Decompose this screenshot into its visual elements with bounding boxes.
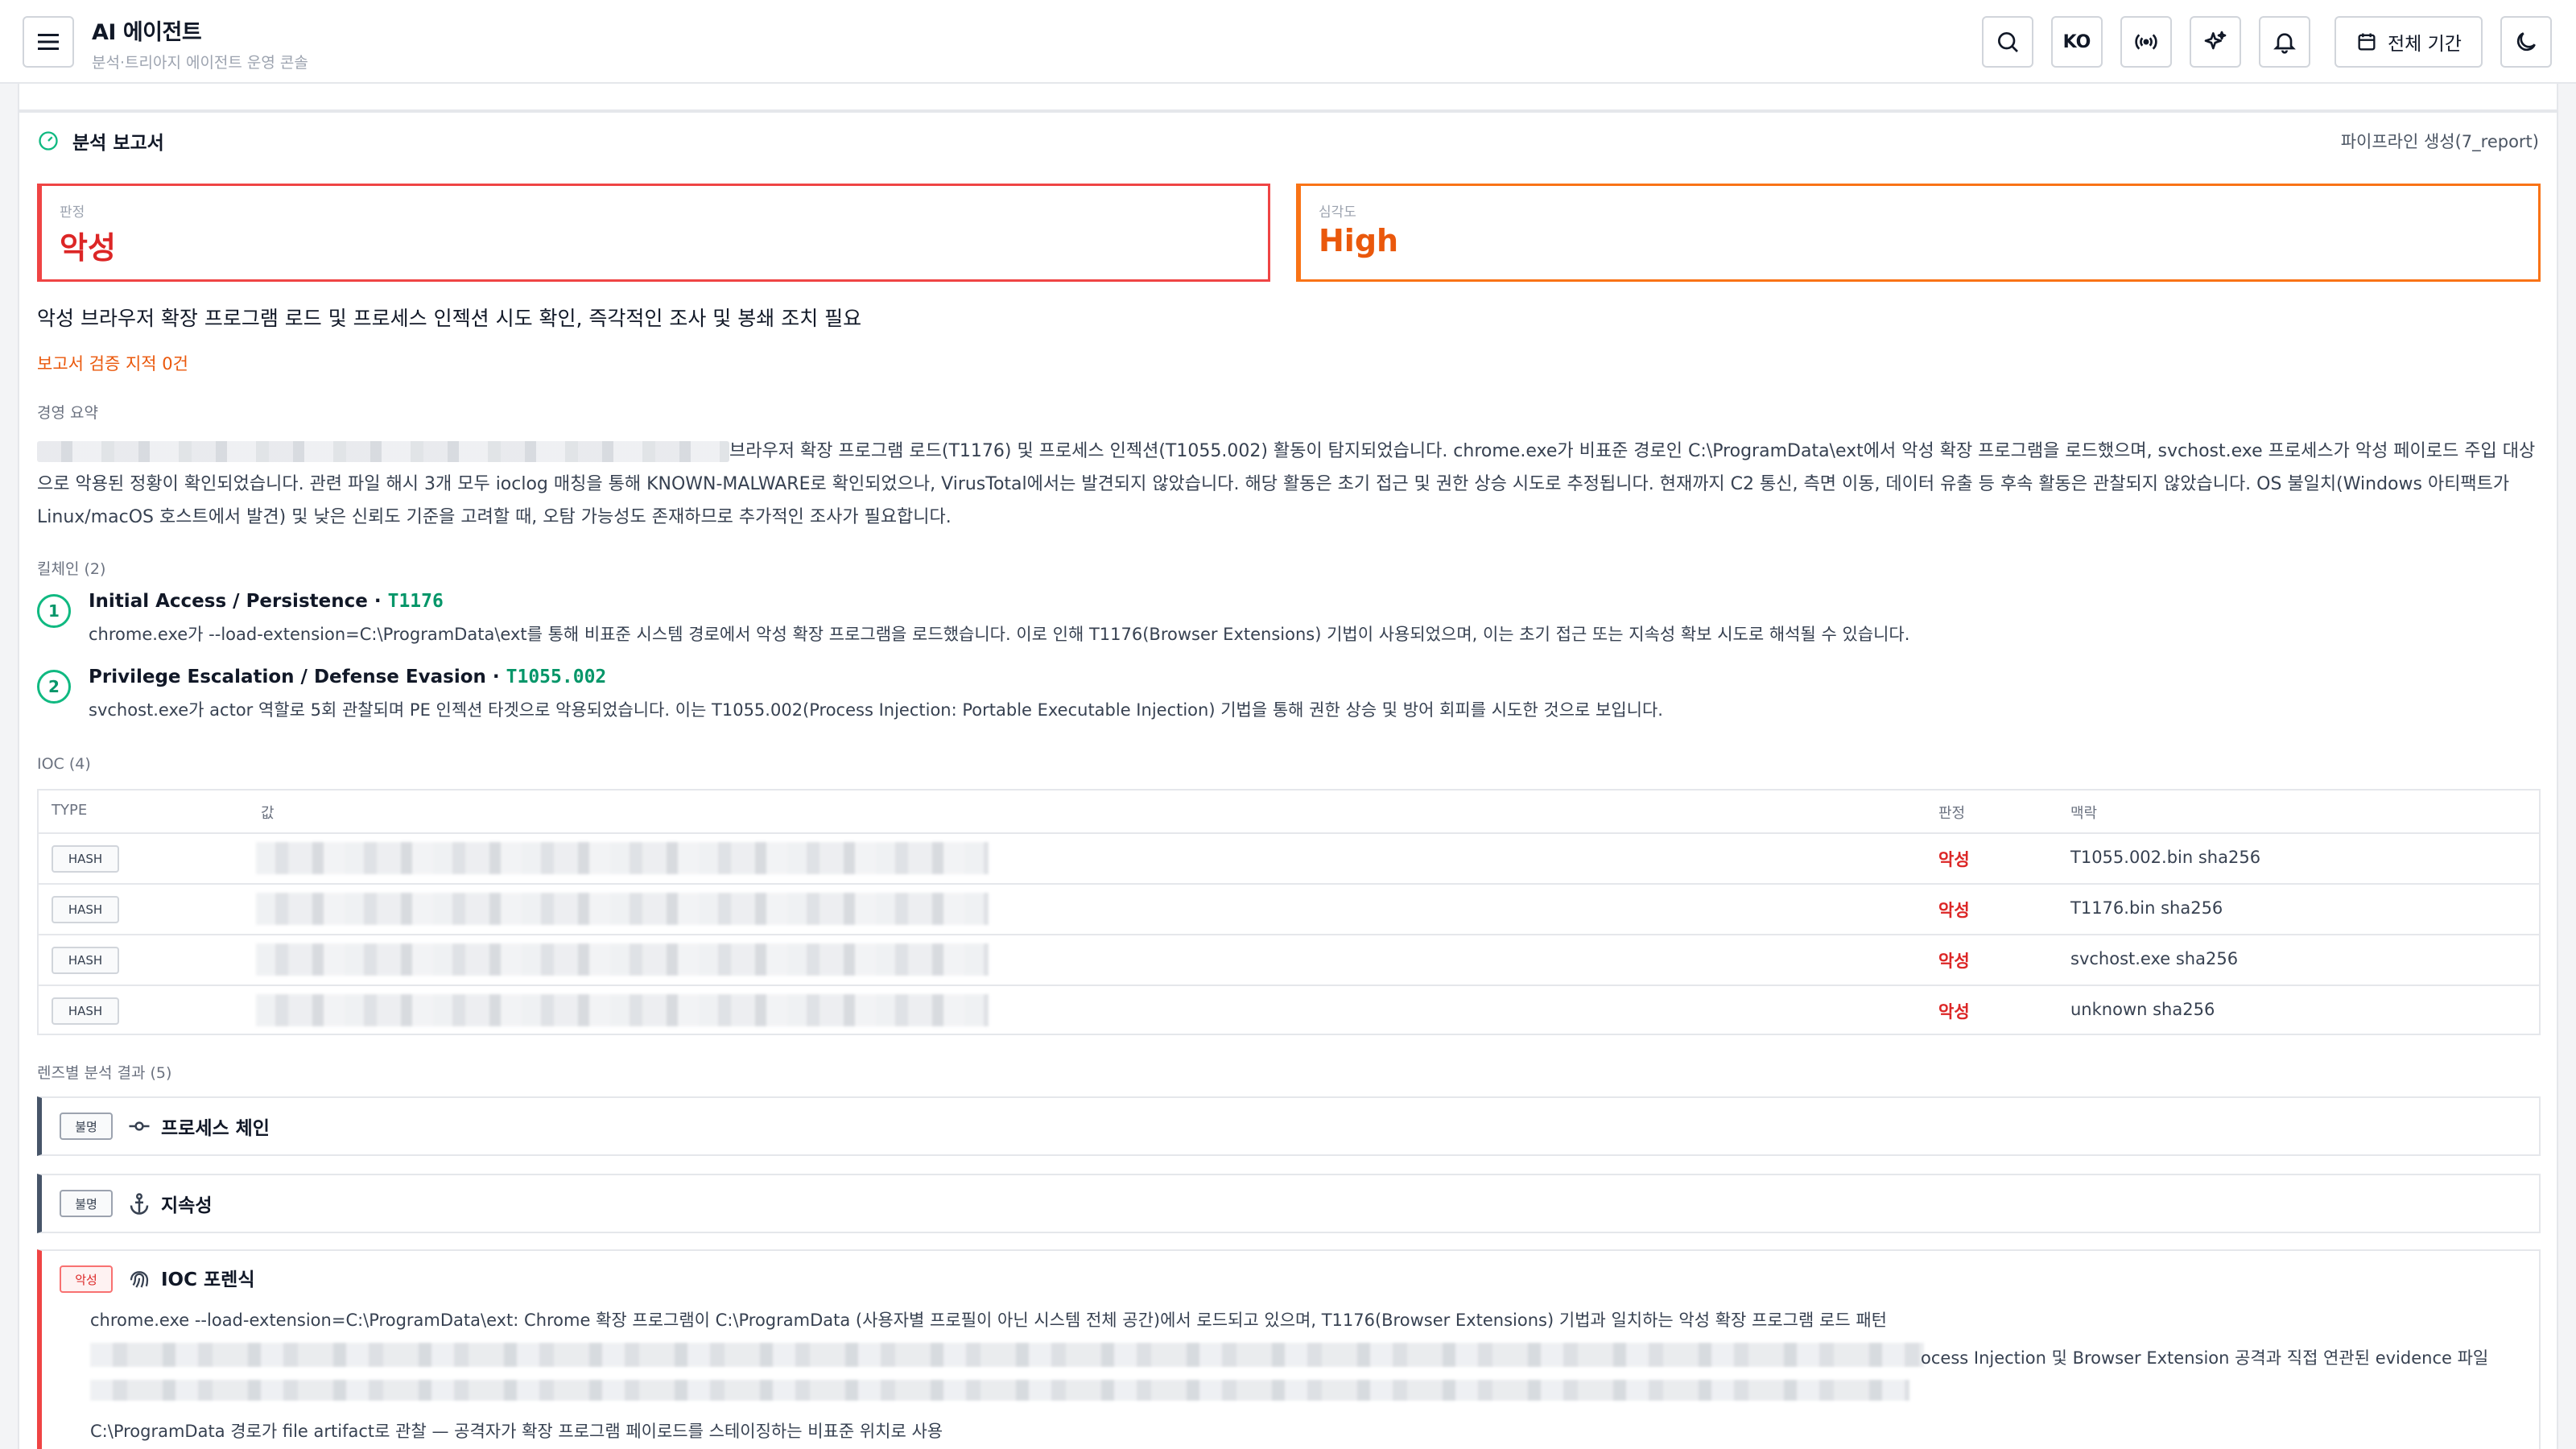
app-subtitle: 분석·트리아지 에이전트 운영 콘솔 (92, 54, 308, 72)
step-title: Privilege Escalation / Defense Evasion ·… (89, 667, 607, 687)
table-row[interactable]: HASH 악성 T1176.bin sha256 (39, 885, 2539, 935)
hamburger-icon (38, 34, 59, 50)
lens-title: 프로세스 체인 (161, 1118, 270, 1139)
severity-box: 심각도 High (1296, 184, 2541, 282)
step-description: svchost.exe가 actor 역할로 5회 관찰되며 PE 인젝션 타겟… (89, 700, 1663, 720)
severity-label: 심각도 (1319, 204, 1356, 221)
ioc-context: T1176.bin sha256 (2070, 898, 2223, 918)
killchain-label: 킬체인 (2) (37, 560, 106, 578)
lens-finding-line: ocess Injection 및 Browser Extension 공격과 … (1921, 1348, 2489, 1368)
sparkles-icon (2204, 31, 2227, 50)
broadcast-icon (2135, 34, 2157, 50)
technique-id: T1055.002 (506, 667, 607, 687)
type-badge: HASH (52, 997, 119, 1025)
lens-status-badge: 불명 (60, 1113, 113, 1140)
anchor-icon (130, 1193, 149, 1215)
lens-card-persistence[interactable]: 불명 지속성 (37, 1174, 2541, 1233)
panel-title: 분석 보고서 (72, 133, 164, 154)
redacted-hash (256, 943, 989, 976)
step-number: 2 (37, 670, 71, 704)
redacted-text (37, 441, 729, 462)
analysis-report-panel: 분석 보고서 파이프라인 생성(7_report) 판정 악성 심각도 High… (18, 111, 2558, 1449)
ioc-label: IOC (4) (37, 755, 91, 773)
step-description: chrome.exe가 --load-extension=C:\ProgramD… (89, 625, 1910, 644)
type-badge: HASH (52, 845, 119, 873)
verdict-label: 판정 (60, 204, 85, 221)
table-row[interactable]: HASH 악성 svchost.exe sha256 (39, 935, 2539, 986)
report-headline: 악성 브라우저 확장 프로그램 로드 및 프로세스 인젝션 시도 확인, 즉각적… (37, 307, 862, 330)
fingerprint-icon (130, 1271, 149, 1288)
step-number: 1 (37, 594, 71, 628)
theme-toggle-button[interactable] (2500, 16, 2552, 68)
ai-sparkle-button[interactable] (2190, 16, 2241, 68)
panel-header: 분석 보고서 (37, 127, 164, 155)
redacted-text (90, 1343, 1924, 1367)
previous-section-edge (18, 84, 2558, 111)
lens-card-process-chain[interactable]: 불명 프로세스 체인 (37, 1096, 2541, 1156)
technique-id: T1176 (387, 591, 444, 612)
bell-icon (2273, 33, 2296, 54)
col-context: 맥락 (2070, 805, 2098, 822)
lens-finding-line: C:\ProgramData 경로가 file artifact로 관찰 — 공… (90, 1422, 943, 1441)
ioc-verdict: 악성 (1938, 1002, 1970, 1022)
title-block: AI 에이전트 분석·트리아지 에이전트 운영 콘솔 (92, 14, 308, 72)
severity-value: High (1319, 223, 1399, 258)
redacted-hash (256, 893, 989, 925)
search-icon (1998, 32, 2018, 52)
verdict-box: 판정 악성 (37, 184, 1270, 282)
type-badge: HASH (52, 896, 119, 923)
ioc-context: svchost.exe sha256 (2070, 949, 2239, 968)
commit-icon (129, 1121, 150, 1131)
col-type: TYPE (52, 802, 88, 819)
lens-card-ioc-forensics[interactable]: 악성 IOC 포렌식 chrome.exe --load-extension=C… (37, 1249, 2541, 1449)
app-title: AI 에이전트 (92, 20, 202, 45)
redacted-hash (256, 994, 989, 1026)
step-title: Initial Access / Persistence · T1176 (89, 591, 444, 612)
lens-finding-line: chrome.exe --load-extension=C:\ProgramDa… (90, 1311, 1887, 1330)
report-source: 파이프라인 생성(7_report) (2340, 132, 2539, 151)
lens-label: 렌즈별 분석 결과 (5) (37, 1064, 172, 1082)
language-button[interactable]: KO (2051, 16, 2103, 68)
lens-title: IOC 포렌식 (161, 1269, 255, 1290)
search-button[interactable] (1982, 16, 2033, 68)
period-selector[interactable]: 전체 기간 (2334, 16, 2483, 68)
ioc-verdict: 악성 (1938, 952, 1970, 971)
table-row[interactable]: HASH 악성 unknown sha256 (39, 986, 2539, 1037)
summary-label: 경영 요약 (37, 404, 98, 422)
lens-status-badge: 악성 (60, 1265, 113, 1293)
verdict-value: 악성 (60, 230, 116, 266)
calendar-icon (2358, 33, 2376, 51)
review-note: 보고서 검증 지적 0건 (37, 354, 188, 374)
table-row[interactable]: HASH 악성 T1055.002.bin sha256 (39, 834, 2539, 885)
type-badge: HASH (52, 947, 119, 974)
col-verdict: 판정 (1938, 805, 1966, 822)
gauge-icon (39, 131, 58, 151)
ioc-verdict: 악성 (1938, 901, 1970, 920)
lens-title: 지속성 (161, 1195, 213, 1216)
notifications-button[interactable] (2259, 16, 2310, 68)
ioc-table-header: TYPE 값 판정 맥락 (39, 791, 2539, 834)
menu-button[interactable] (23, 16, 74, 68)
ioc-context: unknown sha256 (2070, 1000, 2215, 1019)
top-bar: AI 에이전트 분석·트리아지 에이전트 운영 콘솔 KO 전체 기간 (0, 0, 2576, 84)
redacted-hash (256, 842, 989, 874)
period-label: 전체 기간 (2388, 34, 2462, 55)
redacted-text (90, 1380, 1909, 1401)
ioc-verdict: 악성 (1938, 850, 1970, 869)
moon-icon (2516, 32, 2536, 52)
ioc-table: TYPE 값 판정 맥락 HASH 악성 T1055.002.bin sha25… (37, 789, 2541, 1035)
lens-status-badge: 불명 (60, 1190, 113, 1217)
live-button[interactable] (2120, 16, 2172, 68)
executive-summary: 브라우저 확장 프로그램 로드(T1176) 및 프로세스 인젝션(T1055.… (37, 435, 2541, 534)
ioc-context: T1055.002.bin sha256 (2070, 848, 2261, 867)
col-value: 값 (261, 805, 275, 822)
